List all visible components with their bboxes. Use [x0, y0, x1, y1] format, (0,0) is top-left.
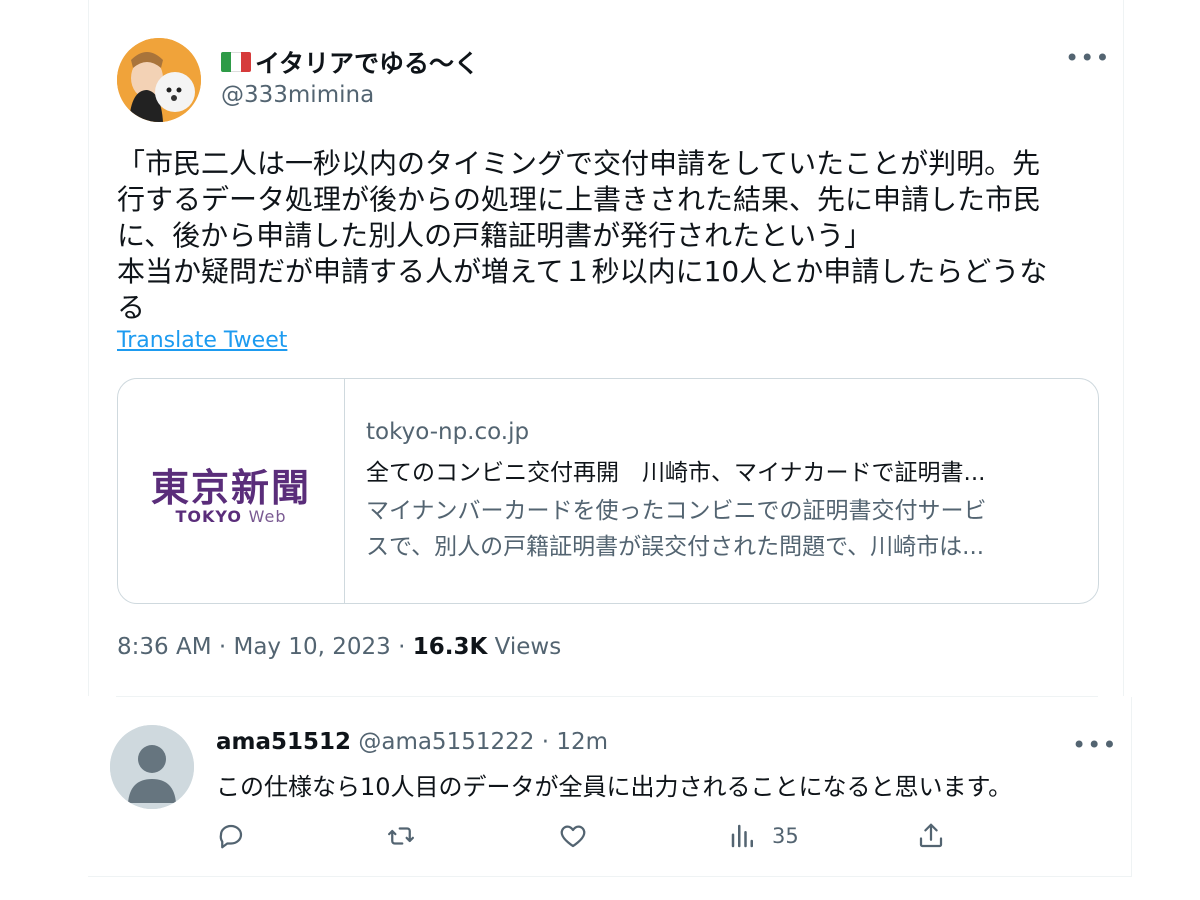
tokyo-shimbun-logo: 東京新聞 [150, 465, 311, 510]
share-icon [919, 823, 943, 848]
italy-flag-icon [221, 52, 251, 72]
tweet-date[interactable]: May 10, 2023 [233, 634, 390, 660]
analytics-icon [731, 824, 753, 848]
reply-author-handle[interactable]: @ama5151222 [358, 729, 534, 755]
tweet-text-line: に、後から申請した別人の戸籍証明書が発行されたという」 [117, 219, 873, 252]
author-handle[interactable]: @333mimina [221, 82, 374, 108]
logo-sub-web: Web [248, 507, 287, 526]
reply-text: この仕様なら10人目のデータが全員に出力されることになると思います。 [216, 773, 1013, 801]
card-title: 全てのコンビニ交付再開 川崎市、マイナカードで証明書... [366, 460, 986, 486]
more-options-icon[interactable]: ••• [1065, 44, 1110, 72]
tweet-time[interactable]: 8:36 AM [117, 634, 212, 660]
reply-button[interactable] [216, 821, 246, 851]
card-domain: tokyo-np.co.jp [366, 419, 530, 445]
card-thumbnail: 東京新聞 TOKYO Web [118, 379, 345, 603]
author-avatar[interactable] [117, 38, 201, 122]
views-label: Views [494, 634, 562, 660]
share-button[interactable] [916, 821, 946, 851]
reply-tweet[interactable]: ama51512 @ama5151222 · 12m ••• この仕様なら10人… [88, 697, 1132, 877]
tweet-text-line: 「市民二人は一秒以内のタイミングで交付申請をしていたことが判明。先 [117, 147, 1041, 180]
views-count: 16.3K [412, 634, 488, 660]
main-tweet: イタリアでゆる〜く @333mimina ••• 「市民二人は一秒以内のタイミン… [88, 0, 1124, 696]
tweet-text-line: 行するデータ処理が後からの処理に上書きされた結果、先に申請した市民 [117, 183, 1042, 216]
retweet-icon [388, 827, 414, 845]
retweet-button[interactable] [386, 821, 416, 851]
translate-tweet-link[interactable]: Translate Tweet [117, 328, 287, 353]
reply-avatar[interactable] [110, 725, 194, 809]
card-body: tokyo-np.co.jp 全てのコンビニ交付再開 川崎市、マイナカードで証明… [366, 419, 1076, 565]
heart-icon [560, 825, 586, 848]
reply-time[interactable]: 12m [556, 729, 608, 755]
reply-header: ama51512 @ama5151222 · 12m [216, 729, 608, 755]
reply-more-options-icon[interactable]: ••• [1072, 731, 1117, 759]
like-button[interactable] [558, 821, 588, 851]
logo-sub-main: TOKYO [175, 507, 243, 526]
views-button[interactable]: 35 [728, 821, 799, 851]
reply-actions: 35 [216, 821, 976, 861]
default-avatar-icon [110, 725, 194, 809]
tweet-text: 「市民二人は一秒以内のタイミングで交付申請をしていたことが判明。先 行するデータ… [117, 146, 1097, 326]
card-description-line: スで、別人の戸籍証明書が誤交付された問題で、川崎市は... [366, 534, 985, 560]
link-card[interactable]: 東京新聞 TOKYO Web tokyo-np.co.jp 全てのコンビニ交付再… [117, 378, 1099, 604]
card-description-line: マイナンバーカードを使ったコンビニでの証明書交付サービ [366, 498, 987, 524]
card-description: マイナンバーカードを使ったコンビニでの証明書交付サービ スで、別人の戸籍証明書が… [366, 493, 1076, 565]
reply-author-name[interactable]: ama51512 [216, 729, 351, 755]
reply-views-count: 35 [772, 824, 799, 848]
tweet-text-line: る [117, 291, 146, 324]
author-name-text: イタリアでゆる〜く [255, 49, 480, 78]
author-name[interactable]: イタリアでゆる〜く [221, 44, 479, 80]
tokyo-web-logo-text: TOKYO Web [118, 507, 344, 526]
comment-icon [219, 824, 243, 849]
tweet-text-line: 本当か疑問だが申請する人が増えて１秒以内に10人とか申請したらどうな [117, 255, 1048, 288]
tweet-meta: 8:36 AM · May 10, 2023 · 16.3K Views [117, 634, 562, 660]
